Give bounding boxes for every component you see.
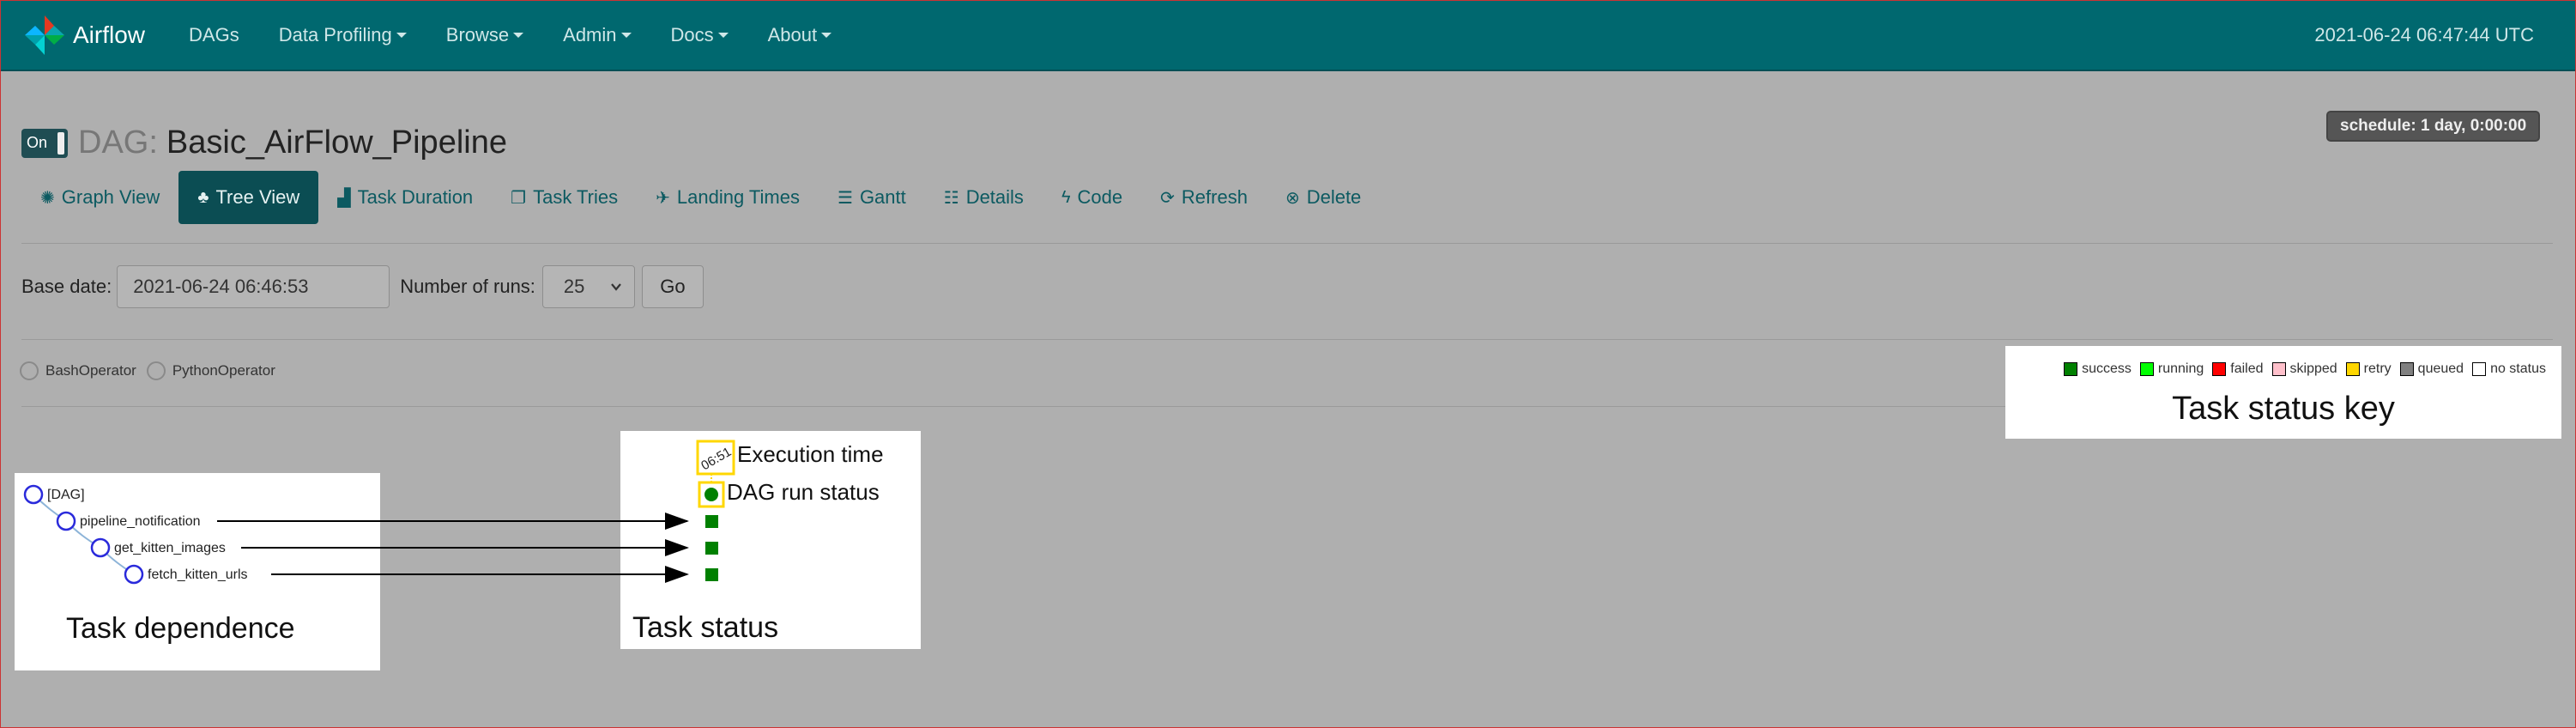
nav-item-data-profiling[interactable]: Data Profiling (279, 24, 407, 46)
task-instance-fetch-kitten-urls[interactable] (705, 568, 718, 581)
tree-label-pipeline-notification: pipeline_notification (80, 514, 201, 529)
tree-label-fetch-kitten-urls: fetch_kitten_urls (148, 567, 248, 582)
tree-node-dag[interactable] (23, 484, 44, 505)
task-instance-pipeline-notification[interactable] (705, 515, 718, 528)
caret-down-icon (396, 33, 407, 38)
nav-menu: DAGs Data Profiling Browse Admin Docs About (169, 24, 851, 46)
caret-down-icon (513, 33, 524, 38)
nav-item-label: Browse (445, 24, 510, 46)
airflow-logo-icon (25, 15, 64, 55)
tree-node-get-kitten-images[interactable] (90, 537, 111, 558)
tree-view-diagram: [DAG] pipeline_notification get_kitten_i… (23, 440, 735, 585)
nav-item-label: Admin (563, 24, 617, 46)
content-area: On DAG: Basic_AirFlow_Pipeline schedule:… (1, 71, 2575, 727)
server-clock: 2021-06-24 06:47:44 UTC (2314, 24, 2534, 46)
brand[interactable]: Airflow (23, 14, 145, 57)
nav-item-docs[interactable]: Docs (671, 24, 729, 46)
nav-item-dags[interactable]: DAGs (189, 24, 239, 46)
tree-label-dag: [DAG] (47, 488, 85, 502)
nav-item-label: About (767, 24, 818, 46)
caret-down-icon (717, 33, 729, 38)
nav-item-about[interactable]: About (768, 24, 832, 46)
brand-text: Airflow (73, 21, 146, 48)
nav-item-label: DAGs (189, 24, 239, 46)
task-instance-get-kitten-images[interactable] (705, 542, 718, 555)
nav-item-label: Data Profiling (278, 24, 392, 46)
page: Airflow DAGs Data Profiling Browse Admin Doc… (0, 0, 2576, 728)
nav-item-browse[interactable]: Browse (445, 24, 524, 46)
nav-item-admin[interactable]: Admin (563, 24, 632, 46)
tree-label-get-kitten-images: get_kitten_images (114, 541, 226, 555)
dag-run-status-circle[interactable] (704, 488, 718, 501)
nav-item-label: Docs (670, 24, 714, 46)
tree-node-fetch-kitten-urls[interactable] (124, 564, 144, 585)
caret-down-icon (821, 33, 832, 38)
tree-node-pipeline-notification[interactable] (56, 511, 76, 531)
navbar: Airflow DAGs Data Profiling Browse Admin Doc… (1, 1, 2575, 71)
caret-down-icon (620, 33, 632, 38)
